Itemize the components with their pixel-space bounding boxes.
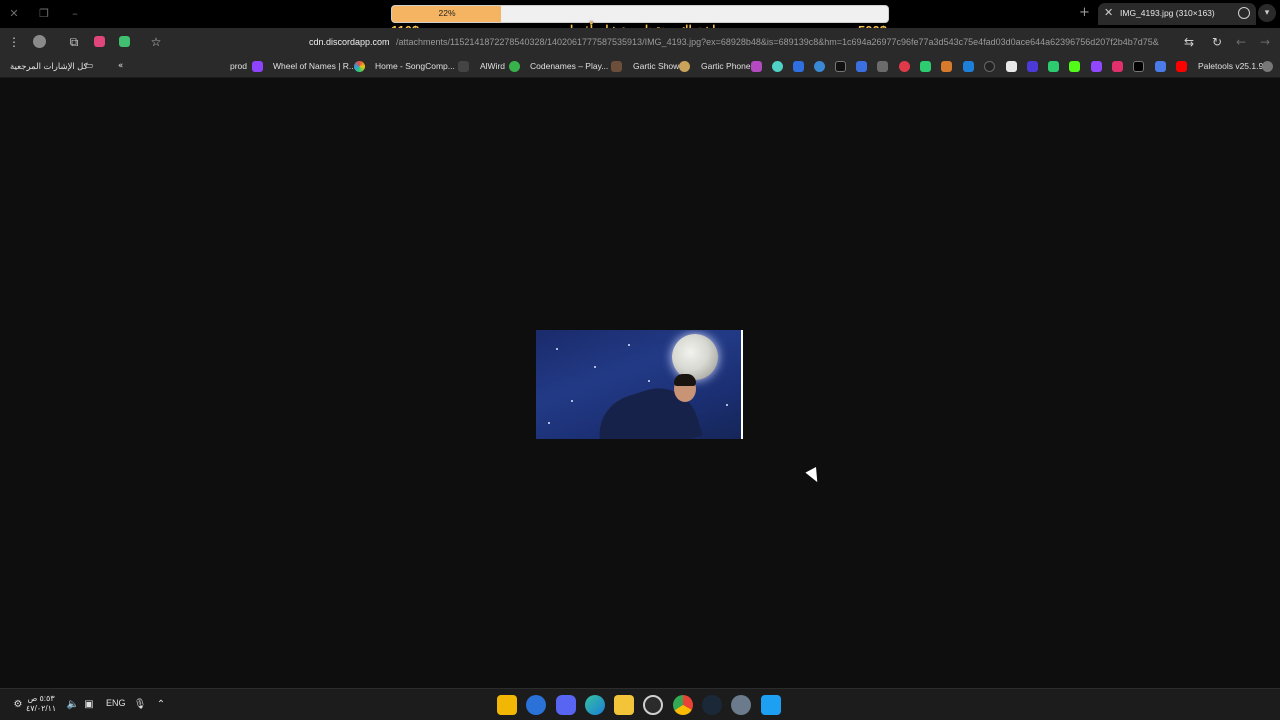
menu-icon[interactable]: ⋮: [6, 34, 22, 50]
star: [594, 366, 596, 368]
kick-icon[interactable]: [1069, 61, 1080, 72]
tab-search-button[interactable]: ▾: [1258, 4, 1276, 22]
gartic-show-icon: [679, 61, 690, 72]
star: [548, 422, 550, 424]
globe-icon: [1238, 7, 1250, 19]
extension-shield-icon[interactable]: [91, 34, 107, 50]
bookmark-gartic-phone[interactable]: Gartic Phone: [701, 61, 751, 71]
wheel-icon: [354, 61, 365, 72]
star: [648, 380, 650, 382]
donation-progress-bar: 22%: [391, 5, 889, 23]
image-viewer: [0, 78, 1280, 688]
codenames-icon: [611, 61, 622, 72]
bookmark-icon-3[interactable]: [814, 61, 825, 72]
settings-gear-tray-icon[interactable]: ⚙: [11, 698, 25, 712]
star: [628, 344, 630, 346]
bookmark-icon-14[interactable]: [1048, 61, 1059, 72]
bookmark-paletools[interactable]: Paletools v25.1.9: [1198, 61, 1263, 71]
settings-app-icon[interactable]: [731, 695, 751, 715]
x-icon[interactable]: [1133, 61, 1144, 72]
gartic-phone-icon: [751, 61, 762, 72]
moon: [672, 334, 718, 380]
reload-icon[interactable]: ↻: [1209, 34, 1225, 50]
alwird-icon: [509, 61, 520, 72]
restore-window-icon[interactable]: ❐: [36, 6, 52, 22]
discord-app-icon[interactable]: [556, 695, 576, 715]
battle-net-app-icon[interactable]: [526, 695, 546, 715]
bookmark-gartic-show[interactable]: Gartic Show: [633, 61, 679, 71]
bookmark-prod[interactable]: prod: [230, 61, 247, 71]
songcomp-icon: [458, 61, 469, 72]
bookmark-star-icon[interactable]: ☆: [148, 34, 164, 50]
new-tab-button[interactable]: +: [1079, 5, 1090, 20]
bookmark-icon-2[interactable]: [793, 61, 804, 72]
site-settings-icon[interactable]: ⇆: [1181, 34, 1197, 50]
person-hair: [674, 374, 696, 386]
network-icon[interactable]: ▣: [82, 698, 96, 712]
bookmark-songcomp[interactable]: Home - SongComp...: [375, 61, 455, 71]
bookmark-icon-10[interactable]: [963, 61, 974, 72]
translate-icon[interactable]: [1155, 61, 1166, 72]
twitch-icon: [252, 61, 263, 72]
close-tab-icon[interactable]: ✕: [1104, 6, 1113, 19]
profile-avatar[interactable]: [31, 34, 47, 50]
clock-date: ٤٧/٠٢/١١: [26, 704, 57, 713]
forward-icon[interactable]: ←: [1233, 34, 1249, 50]
bookmark-icon-1[interactable]: [772, 61, 783, 72]
back-icon[interactable]: →: [1257, 34, 1273, 50]
bookmark-icon-11[interactable]: [984, 61, 995, 72]
extension-green-icon[interactable]: [116, 34, 132, 50]
obs-app-icon[interactable]: [643, 695, 663, 715]
taskbar: ⚙ ٥:٥٣ ص ٤٧/٠٢/١١ 🔈 ▣ ENG 🎙 ⌃: [0, 688, 1280, 720]
close-window-icon[interactable]: ✕: [6, 6, 22, 22]
star: [571, 400, 573, 402]
bookmark-alwird[interactable]: AlWird: [480, 61, 505, 71]
viewed-image[interactable]: [536, 330, 743, 439]
bookmark-wheel-of-names[interactable]: Wheel of Names | R...: [273, 61, 356, 71]
chevron-up-icon[interactable]: ⌃: [154, 698, 168, 712]
chrome-app-icon[interactable]: [673, 695, 693, 715]
folder-icon: ▭: [85, 61, 94, 71]
minimize-window-icon[interactable]: –: [67, 6, 83, 22]
star: [556, 348, 558, 350]
bookmark-icon-4[interactable]: [835, 61, 846, 72]
bookmark-codenames[interactable]: Codenames – Play...: [530, 61, 608, 71]
rockstar-app-icon[interactable]: [497, 695, 517, 715]
clock-time: ٥:٥٣ ص: [27, 694, 55, 703]
star: [726, 404, 728, 406]
file-explorer-app-icon[interactable]: [614, 695, 634, 715]
language-indicator[interactable]: ENG: [106, 698, 126, 708]
all-bookmarks-button[interactable]: كل الإشارات المرجعية: [10, 61, 88, 72]
steam-app-icon[interactable]: [702, 695, 722, 715]
instagram-icon[interactable]: [1112, 61, 1123, 72]
donation-progress-label: 22%: [438, 8, 456, 18]
clock[interactable]: ٥:٥٣ ص ٤٧/٠٢/١١: [26, 694, 56, 714]
volume-icon[interactable]: 🔈: [66, 698, 80, 712]
start-button[interactable]: [761, 695, 781, 715]
microphone-icon[interactable]: 🎙: [133, 698, 147, 712]
bookmark-icon-8[interactable]: [920, 61, 931, 72]
paletools-icon: [1262, 61, 1273, 72]
bookmark-icon-6[interactable]: [877, 61, 888, 72]
bookmark-icon-5[interactable]: [856, 61, 867, 72]
tab-title: IMG_4193.jpg (310×163): [1120, 8, 1215, 18]
bookmark-icon-12[interactable]: [1006, 61, 1017, 72]
address-bar[interactable]: cdn.discordapp.com /attachments/11521418…: [300, 32, 1180, 52]
chevron-left-double-icon[interactable]: «: [118, 61, 123, 71]
youtube-icon[interactable]: [1176, 61, 1187, 72]
bookmarks-bar: كل الإشارات المرجعية ▭ « prod Wheel of N…: [0, 56, 1280, 78]
bookmark-icon-13[interactable]: [1027, 61, 1038, 72]
url-path: /attachments/1152141872278540328/1402061…: [396, 37, 1159, 47]
bookmark-icon-9[interactable]: [941, 61, 952, 72]
extensions-icon[interactable]: ⧉: [66, 34, 82, 50]
edge-app-icon[interactable]: [585, 695, 605, 715]
twitch-icon-2[interactable]: [1091, 61, 1102, 72]
url-host: cdn.discordapp.com: [309, 37, 390, 47]
browser-toolbar: ⋮ ⧉ ☆ cdn.discordapp.com /attachments/11…: [0, 28, 1280, 56]
bookmark-icon-7[interactable]: [899, 61, 910, 72]
tab-active[interactable]: ✕ IMG_4193.jpg (310×163): [1098, 3, 1256, 25]
